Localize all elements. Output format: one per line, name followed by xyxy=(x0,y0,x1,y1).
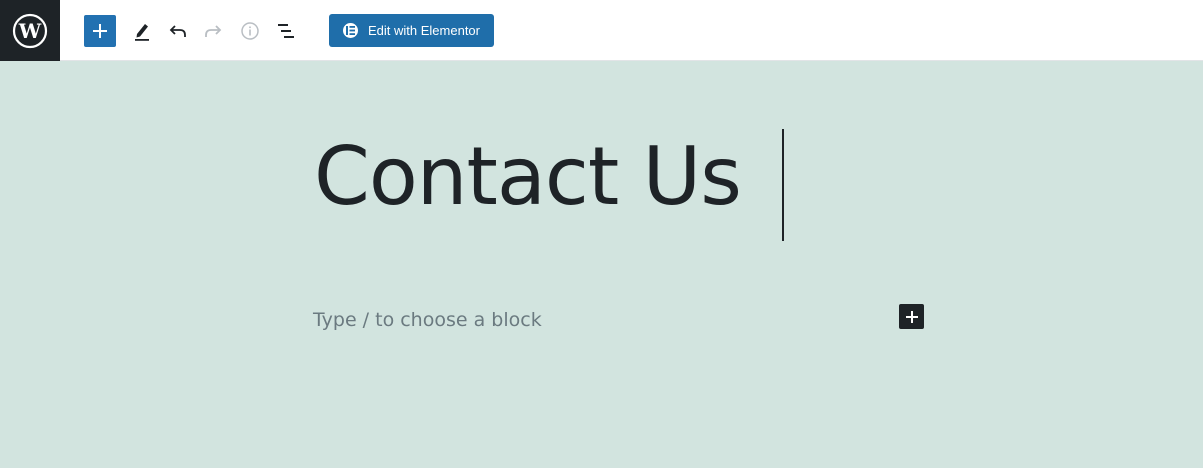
editor-toolbar: W Edit with Elementor xyxy=(0,0,1203,61)
block-placeholder[interactable]: Type / to choose a block xyxy=(313,309,542,331)
text-caret xyxy=(782,129,784,241)
list-view-button[interactable] xyxy=(272,15,300,47)
add-block-button[interactable] xyxy=(84,15,116,47)
undo-button[interactable] xyxy=(164,15,192,47)
redo-button[interactable] xyxy=(199,15,227,47)
svg-text:W: W xyxy=(18,19,42,43)
post-title[interactable]: Contact Us xyxy=(314,137,742,217)
pencil-icon xyxy=(135,24,149,41)
tools-button[interactable] xyxy=(128,15,156,47)
list-view-icon xyxy=(278,24,294,38)
plus-icon xyxy=(905,310,918,323)
elementor-icon xyxy=(343,23,358,38)
elementor-button-label: Edit with Elementor xyxy=(368,23,480,38)
info-icon xyxy=(241,22,259,40)
undo-icon xyxy=(169,25,186,37)
details-button[interactable] xyxy=(236,15,264,47)
redo-icon xyxy=(205,25,222,37)
editor-canvas: Contact Us Type / to choose a block xyxy=(0,61,1203,468)
plus-icon xyxy=(93,24,107,38)
edit-with-elementor-button[interactable]: Edit with Elementor xyxy=(329,14,494,47)
block-inserter-button[interactable] xyxy=(899,304,924,329)
wordpress-logo-icon[interactable]: W xyxy=(0,0,60,61)
